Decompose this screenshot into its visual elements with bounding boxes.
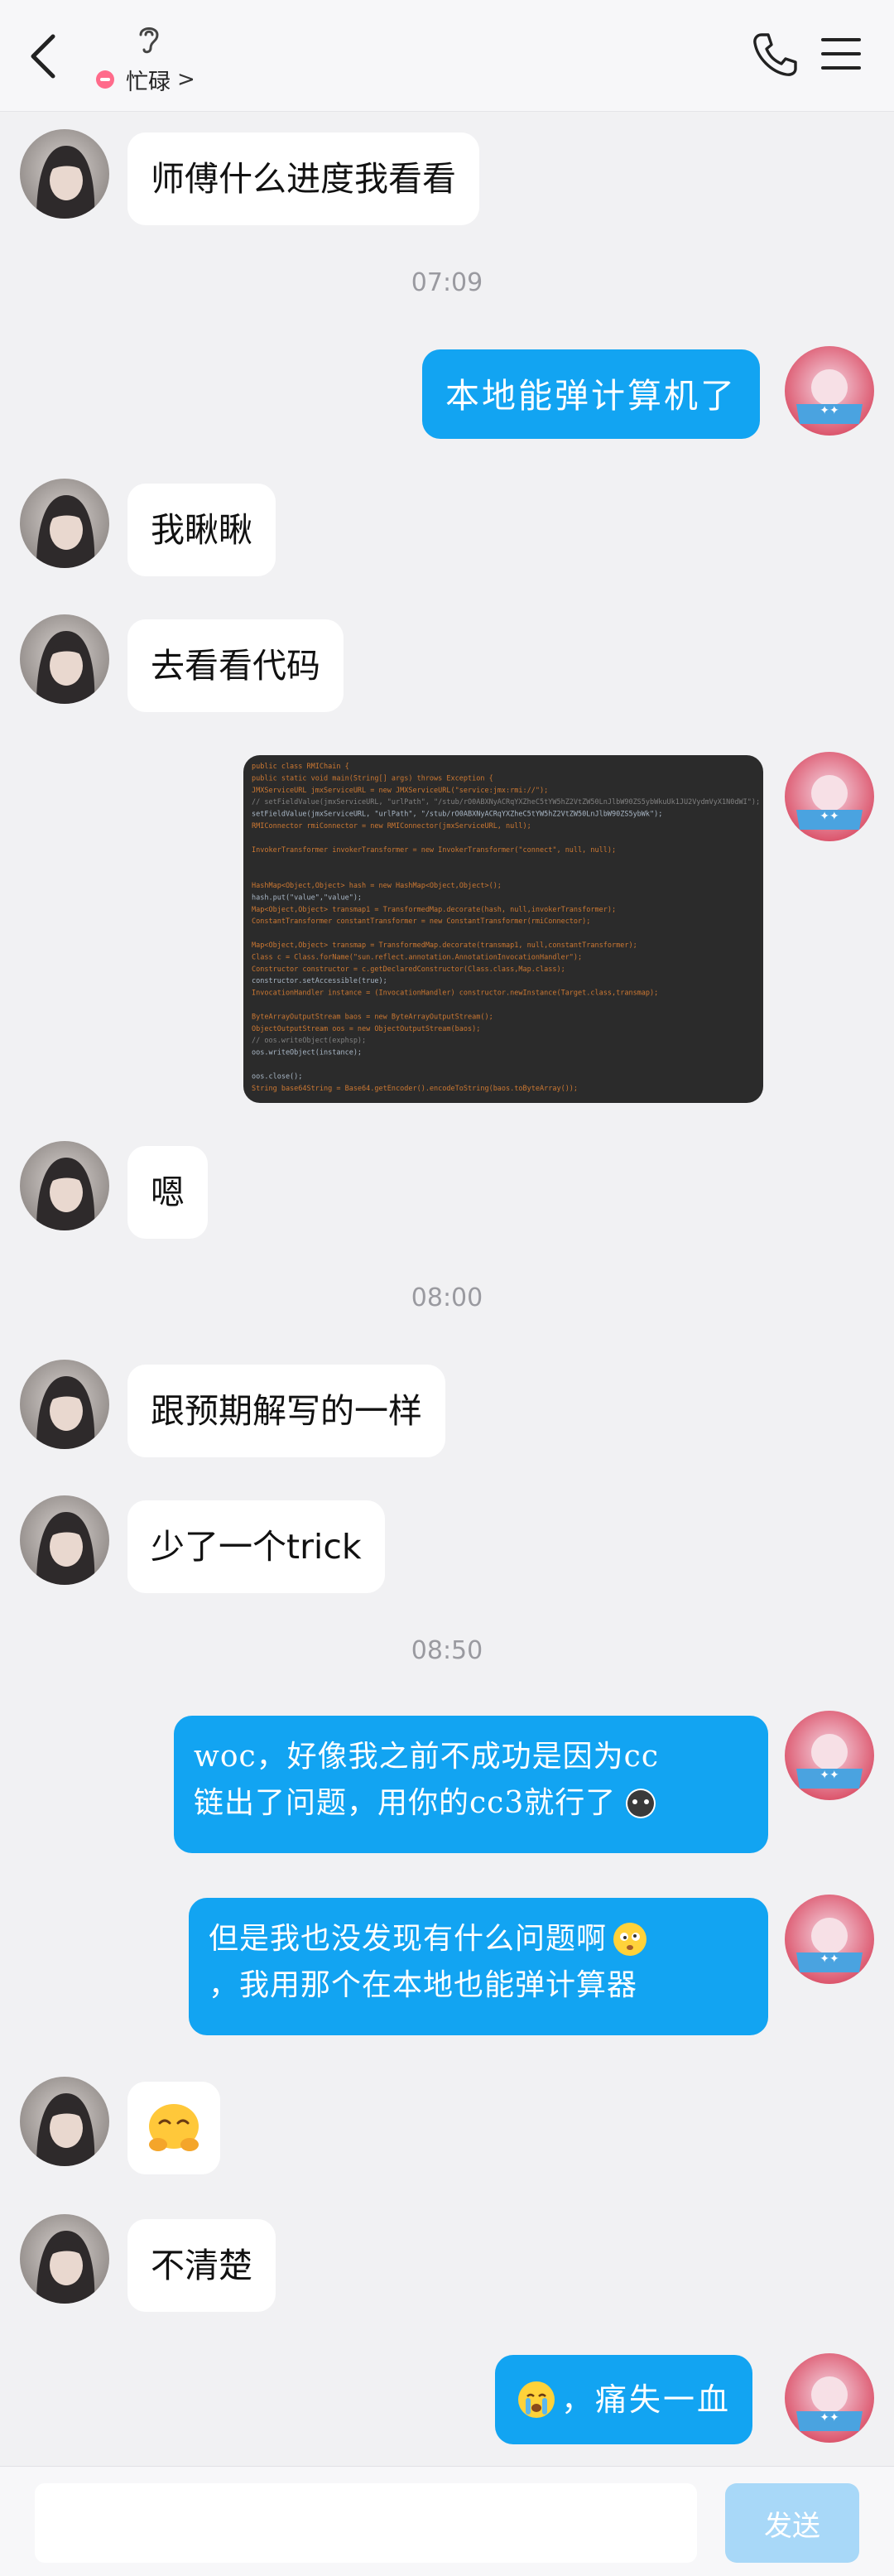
online-status[interactable]: 忙碌 > bbox=[96, 65, 195, 95]
message-text-line: ，我用那个在本地也能弹计算器 bbox=[209, 1968, 638, 2002]
message-text: 跟预期解写的一样 bbox=[151, 1391, 422, 1431]
message-bubble[interactable]: 少了一个trick bbox=[127, 1500, 385, 1593]
crying-face-emoji-icon bbox=[518, 2381, 555, 2418]
svg-text:✦✦: ✦✦ bbox=[820, 2411, 839, 2424]
my-avatar[interactable]: ✦✦ bbox=[785, 1711, 874, 1800]
message-bubble[interactable] bbox=[127, 2082, 220, 2174]
timestamp: 08:00 bbox=[411, 1283, 483, 1312]
code-line: // oos.writeObject(exphsp); bbox=[252, 1037, 366, 1045]
contact-avatar[interactable] bbox=[20, 129, 109, 219]
svg-text:✦✦: ✦✦ bbox=[820, 1769, 839, 1782]
code-line: InvokerTransformer invokerTransformer = … bbox=[252, 846, 616, 855]
message-input-bar: 发送 bbox=[0, 2466, 894, 2576]
code-line: oos.close(); bbox=[252, 1072, 302, 1081]
status-text: 忙碌 bbox=[126, 69, 171, 95]
my-avatar[interactable]: ✦✦ bbox=[785, 2353, 874, 2443]
contact-avatar[interactable] bbox=[20, 1495, 109, 1585]
message-bubble[interactable]: ，痛失一血 bbox=[495, 2355, 753, 2444]
message-text: 师傅什么进度我看看 bbox=[151, 159, 456, 199]
svg-text:✦✦: ✦✦ bbox=[820, 404, 839, 417]
code-line: ObjectOutputStream oos = new ObjectOutpu… bbox=[252, 1025, 480, 1033]
message-bubble[interactable]: 去看看代码 bbox=[127, 619, 344, 712]
message-text: ，痛失一血 bbox=[561, 2381, 732, 2418]
message-text: 本地能弹计算机了 bbox=[445, 376, 737, 416]
code-line: Constructor constructor = c.getDeclaredC… bbox=[252, 965, 565, 974]
code-line: // setFieldValue(jmxServiceURL, "urlPath… bbox=[252, 798, 760, 807]
message-text-line: 但是我也没发现有什么问题啊 bbox=[209, 1922, 608, 1956]
message-input[interactable] bbox=[35, 2483, 697, 2563]
message-bubble[interactable]: woc，好像我之前不成功是因为cc 链出了问题，用你的cc3就行了 bbox=[174, 1716, 768, 1853]
message-bubble[interactable]: 本地能弹计算机了 bbox=[422, 349, 760, 439]
code-line: setFieldValue(jmxServiceURL, "urlPath", … bbox=[252, 811, 662, 819]
phone-call-icon[interactable] bbox=[750, 30, 800, 79]
message-bubble[interactable]: 不清楚 bbox=[127, 2219, 276, 2312]
timestamp: 07:09 bbox=[411, 268, 483, 297]
contact-avatar[interactable] bbox=[20, 1360, 109, 1449]
code-screenshot-image[interactable]: public class RMIChain { public static vo… bbox=[243, 755, 763, 1103]
chat-header: 忙碌 > bbox=[0, 0, 894, 112]
message-text-line: 链出了问题，用你的cc3就行了 bbox=[194, 1786, 617, 1820]
message-bubble[interactable]: 嗯 bbox=[127, 1146, 208, 1239]
message-text: 嗯 bbox=[151, 1172, 185, 1212]
code-line: RMIConnector rmiConnector = new RMIConne… bbox=[252, 822, 531, 831]
contact-avatar[interactable] bbox=[20, 2214, 109, 2304]
code-line: public class RMIChain { bbox=[252, 763, 349, 771]
code-line: HashMap<Object,Object> hash = new HashMa… bbox=[252, 882, 502, 890]
code-screenshot: public class RMIChain { public static vo… bbox=[252, 763, 760, 1093]
cool-face-emoji-icon bbox=[626, 1789, 656, 1818]
confused-face-emoji-icon bbox=[613, 1923, 647, 1956]
my-avatar[interactable]: ✦✦ bbox=[785, 752, 874, 841]
code-line: Map<Object,Object> transmap = Transforme… bbox=[252, 941, 637, 950]
message-bubble[interactable]: 我瞅瞅 bbox=[127, 484, 276, 576]
code-line: public static void main(String[] args) t… bbox=[252, 774, 493, 782]
back-arrow-icon[interactable] bbox=[25, 30, 61, 83]
message-text: 不清楚 bbox=[151, 2246, 252, 2285]
code-line: InvocationHandler instance = (Invocation… bbox=[252, 989, 658, 998]
code-line: ByteArrayOutputStream baos = new ByteArr… bbox=[252, 1013, 493, 1021]
send-button[interactable]: 发送 bbox=[725, 2483, 859, 2563]
message-bubble[interactable]: 师傅什么进度我看看 bbox=[127, 132, 479, 225]
message-bubble[interactable]: 但是我也没发现有什么问题啊 ，我用那个在本地也能弹计算器 bbox=[189, 1898, 768, 2035]
code-line: constructor.setAccessible(true); bbox=[252, 977, 387, 985]
chevron-right-icon: > bbox=[177, 67, 195, 92]
message-bubble[interactable]: 跟预期解写的一样 bbox=[127, 1365, 445, 1457]
message-text: 去看看代码 bbox=[151, 646, 320, 686]
message-text-line: woc，好像我之前不成功是因为cc bbox=[194, 1740, 659, 1774]
code-line: JMXServiceURL jmxServiceURL = new JMXSer… bbox=[252, 787, 548, 795]
timestamp: 08:50 bbox=[411, 1636, 483, 1665]
code-line: ConstantTransformer constantTransformer … bbox=[252, 917, 590, 926]
code-line: Map<Object,Object> transmap1 = Transform… bbox=[252, 906, 616, 914]
svg-text:✦✦: ✦✦ bbox=[820, 1952, 839, 1966]
my-avatar[interactable]: ✦✦ bbox=[785, 346, 874, 436]
message-text: 少了一个trick bbox=[151, 1527, 362, 1567]
shy-face-emoji-icon bbox=[149, 2104, 199, 2151]
svg-text:✦✦: ✦✦ bbox=[820, 810, 839, 823]
contact-avatar[interactable] bbox=[20, 2077, 109, 2166]
contact-avatar[interactable] bbox=[20, 479, 109, 568]
code-line: Class c = Class.forName("sun.reflect.ann… bbox=[252, 953, 582, 961]
contact-avatar[interactable] bbox=[20, 614, 109, 704]
code-line: hash.put("value","value"); bbox=[252, 893, 362, 902]
message-text: 我瞅瞅 bbox=[151, 510, 252, 550]
menu-icon[interactable] bbox=[820, 33, 863, 75]
busy-status-icon bbox=[96, 70, 114, 89]
code-line: oos.writeObject(instance); bbox=[252, 1049, 362, 1057]
earpiece-mode-icon[interactable] bbox=[134, 22, 164, 56]
contact-avatar[interactable] bbox=[20, 1141, 109, 1230]
my-avatar[interactable]: ✦✦ bbox=[785, 1895, 874, 1984]
code-line: String base64String = Base64.getEncoder(… bbox=[252, 1085, 578, 1093]
